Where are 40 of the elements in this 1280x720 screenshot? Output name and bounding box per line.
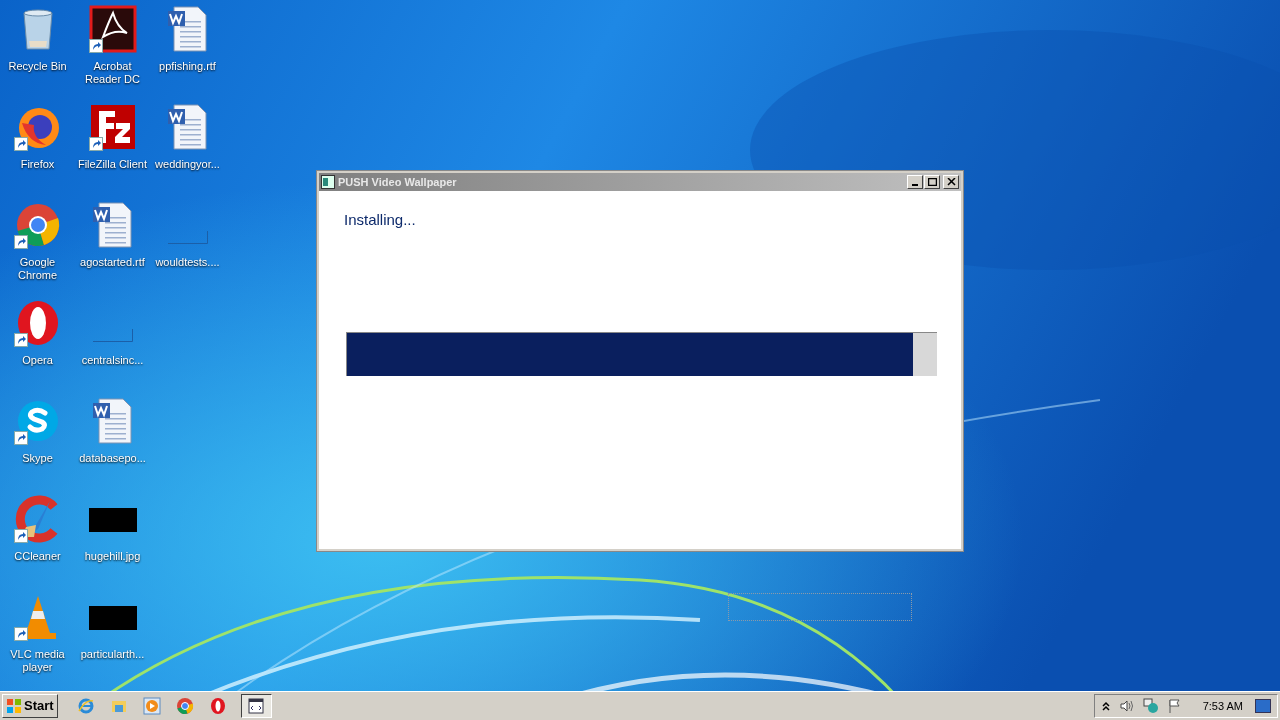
desktop-icon[interactable]	[88, 103, 137, 151]
app-window-icon	[321, 175, 335, 189]
blank-file-icon	[167, 231, 208, 244]
icon-label[interactable]: ppfishing.rtf	[158, 60, 217, 73]
clock[interactable]: 7:53 AM	[1202, 697, 1243, 715]
maximize-icon	[927, 178, 937, 186]
icon-label[interactable]: CCleaner	[13, 550, 62, 563]
icon-label[interactable]: centralsinc...	[80, 354, 145, 367]
icon-label[interactable]: Skype	[21, 452, 54, 465]
icon-label[interactable]: VLC media player	[0, 648, 75, 674]
blank-file-icon	[92, 329, 133, 342]
opera-icon[interactable]	[208, 697, 227, 715]
icon-label[interactable]: Acrobat Reader DC	[75, 60, 150, 86]
icon-label[interactable]: Firefox	[19, 158, 56, 171]
windows-logo-icon	[6, 698, 22, 714]
close-button[interactable]	[943, 175, 959, 189]
network-icon[interactable]	[1142, 698, 1159, 714]
icon-label[interactable]: FileZilla Client	[76, 158, 149, 171]
icon-label[interactable]: Recycle Bin	[7, 60, 68, 73]
icon-label[interactable]: Google Chrome	[0, 256, 75, 282]
icon-label[interactable]: wouldtests....	[154, 256, 221, 269]
task-button[interactable]	[240, 694, 272, 718]
status-text: Installing...	[344, 210, 417, 230]
chrome-icon[interactable]	[175, 697, 194, 715]
icon-label[interactable]: Opera	[21, 354, 54, 367]
window-title: PUSH Video Wallpaper	[338, 174, 458, 190]
speaker-icon[interactable]	[1118, 698, 1135, 714]
start-button[interactable]: Start	[2, 694, 58, 718]
icon-label[interactable]: hugehill.jpg	[83, 550, 142, 563]
maximize-button[interactable]	[924, 175, 940, 189]
close-icon	[946, 178, 956, 186]
icon-label[interactable]: particularth...	[79, 648, 146, 661]
flag-icon[interactable]	[1166, 698, 1183, 714]
icon-label[interactable]: databasepo...	[78, 452, 147, 465]
app-window-icon	[248, 698, 265, 714]
desktop-icon[interactable]	[88, 5, 137, 53]
minimize-button[interactable]	[907, 175, 923, 189]
acrobat-icon	[88, 5, 137, 53]
icon-label[interactable]: agostarted.rtf	[79, 256, 146, 269]
icon-label[interactable]: weddingyor...	[154, 158, 221, 171]
